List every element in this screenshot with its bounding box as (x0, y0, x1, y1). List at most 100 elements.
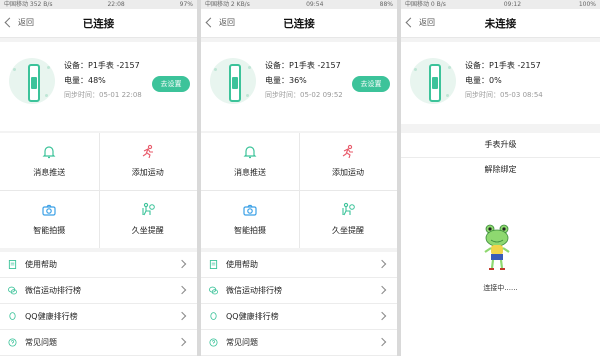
bell-icon (42, 146, 56, 159)
device-card: 设备：P1手表 -2157 电量：0% 同步时间：05-03 08:54 (401, 42, 600, 124)
device-card: 设备：P1手表 -2157 电量：48% 同步时间：05-01 22:08 去设… (0, 42, 197, 131)
feature-sedentary-reminder[interactable]: 久坐提醒 (299, 191, 397, 248)
feature-notification[interactable]: 消息推送 (201, 133, 299, 190)
feature-grid: 消息推送 添加运动 智能拍摄 久坐提醒 (201, 133, 397, 248)
settings-button[interactable]: 去设置 (352, 76, 390, 92)
chevron-right-icon (177, 337, 187, 347)
settings-list: 使用帮助 微信运动排行榜 QQ健康排行榜 常见问题 (201, 252, 397, 356)
list-item-faq[interactable]: 常见问题 (0, 330, 197, 356)
list-item-wechat-ranking[interactable]: 微信运动排行榜 (201, 278, 397, 304)
status-time: 09:54 (306, 1, 324, 8)
phone-screen-3: 中国移动 0 B/s 09:12 100% 返回 未连接 设备：P1手表 -21… (401, 0, 600, 356)
chevron-right-icon (177, 311, 187, 321)
band-shape (429, 64, 441, 102)
question-icon (8, 338, 17, 347)
band-shape (28, 64, 40, 102)
watch-icon (210, 58, 256, 104)
feature-add-exercise[interactable]: 添加运动 (299, 133, 397, 190)
feature-smart-photo[interactable]: 智能拍摄 (0, 191, 99, 248)
nav-bar: 返回 已连接 (201, 9, 397, 38)
device-battery: 电量：36% (265, 76, 307, 85)
list-item-help[interactable]: 使用帮助 (201, 252, 397, 278)
camera-icon (243, 204, 257, 216)
device-name: 设备：P1手表 -2157 (64, 61, 140, 70)
decor-dot (446, 94, 449, 97)
list-item-label: QQ健康排行榜 (226, 312, 279, 321)
list-item-wechat-ranking[interactable]: 微信运动排行榜 (0, 278, 197, 304)
watch-icon (410, 58, 456, 104)
sitting-icon (342, 202, 355, 216)
status-time: 22:08 (107, 1, 125, 8)
device-sync-time: 同步时间：05-03 08:54 (465, 91, 543, 99)
page-title: 未连接 (484, 18, 517, 30)
feature-notification[interactable]: 消息推送 (0, 133, 99, 190)
status-bar: 中国移动 0 B/s 09:12 100% (401, 0, 600, 9)
device-info: 设备：P1手表 -2157 电量：36% 同步时间：05-02 09:52 (265, 58, 343, 103)
document-icon (8, 260, 17, 269)
decor-dot (414, 68, 417, 71)
nav-bar: 返回 未连接 (401, 9, 600, 38)
device-info: 设备：P1手表 -2157 电量：48% 同步时间：05-01 22:08 (64, 58, 142, 103)
list-item-label: 常见问题 (25, 338, 57, 347)
status-bar: 中国移动 2 KB/s 09:54 88% (201, 0, 397, 9)
decor-dot (13, 68, 16, 71)
nav-bar: 返回 已连接 (0, 9, 197, 38)
device-menu: 手表升级 解除绑定 (401, 133, 600, 183)
feature-label: 添加运动 (332, 168, 364, 177)
watch-icon (9, 58, 55, 104)
status-carrier: 中国移动 352 B/s (4, 1, 53, 8)
frog-mascot-icon (484, 224, 510, 270)
chevron-right-icon (177, 285, 187, 295)
feature-grid: 消息推送 添加运动 智能拍摄 久坐提醒 (0, 133, 197, 248)
feature-label: 消息推送 (234, 168, 266, 177)
feature-smart-photo[interactable]: 智能拍摄 (201, 191, 299, 248)
device-card: 设备：P1手表 -2157 电量：36% 同步时间：05-02 09:52 去设… (201, 42, 397, 131)
screenshot-collage: 中国移动 352 B/s 22:08 97% 返回 已连接 设备：P1手表 -2… (0, 0, 600, 356)
status-battery: 97% (179, 1, 193, 8)
settings-button[interactable]: 去设置 (152, 76, 190, 92)
phone-screen-1: 中国移动 352 B/s 22:08 97% 返回 已连接 设备：P1手表 -2… (0, 0, 197, 356)
list-item-faq[interactable]: 常见问题 (201, 330, 397, 356)
wechat-icon (209, 286, 218, 295)
feature-label: 智能拍摄 (33, 226, 66, 235)
decor-dot (45, 94, 48, 97)
feature-add-exercise[interactable]: 添加运动 (99, 133, 198, 190)
device-battery: 电量：0% (465, 76, 502, 85)
connecting-area: 连接中...... (401, 182, 600, 356)
list-item-label: 使用帮助 (25, 260, 57, 269)
decor-dot (47, 66, 50, 69)
device-name: 设备：P1手表 -2157 (465, 61, 541, 70)
feature-label: 久坐提醒 (131, 226, 164, 235)
running-icon (342, 144, 353, 159)
sitting-icon (142, 202, 155, 216)
list-item-qq-ranking[interactable]: QQ健康排行榜 (201, 304, 397, 330)
list-item-label: 使用帮助 (226, 260, 258, 269)
band-shape (229, 64, 241, 102)
running-icon (142, 144, 153, 159)
connecting-status: 连接中...... (483, 284, 518, 292)
status-battery: 88% (379, 1, 393, 8)
status-bar: 中国移动 352 B/s 22:08 97% (0, 0, 197, 9)
feature-sedentary-reminder[interactable]: 久坐提醒 (99, 191, 198, 248)
decor-dot (214, 68, 217, 71)
list-item-qq-ranking[interactable]: QQ健康排行榜 (0, 304, 197, 330)
chevron-right-icon (377, 311, 387, 321)
device-battery: 电量：48% (64, 76, 106, 85)
device-sync-time: 同步时间：05-02 09:52 (265, 91, 343, 99)
camera-icon (42, 204, 56, 216)
list-item-label: 常见问题 (226, 338, 258, 347)
question-icon (209, 338, 218, 347)
phone-screen-2: 中国移动 2 KB/s 09:54 88% 返回 已连接 设备：P1手表 -21… (201, 0, 397, 356)
chevron-right-icon (377, 285, 387, 295)
page-title: 已连接 (82, 18, 115, 30)
unbind-button[interactable]: 解除绑定 (401, 158, 600, 183)
list-item-label: QQ健康排行榜 (25, 312, 78, 321)
chevron-right-icon (377, 337, 387, 347)
device-sync-time: 同步时间：05-01 22:08 (64, 91, 142, 99)
chevron-right-icon (177, 259, 187, 269)
watch-upgrade-button[interactable]: 手表升级 (401, 133, 600, 158)
list-item-help[interactable]: 使用帮助 (0, 252, 197, 278)
device-info: 设备：P1手表 -2157 电量：0% 同步时间：05-03 08:54 (465, 58, 543, 103)
page-title: 已连接 (283, 18, 315, 30)
feature-label: 添加运动 (131, 168, 164, 177)
